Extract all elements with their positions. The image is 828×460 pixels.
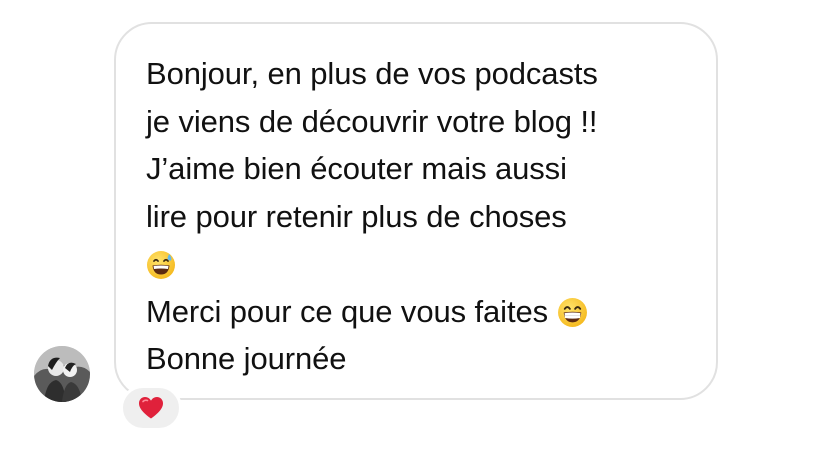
red-heart-icon	[139, 397, 163, 419]
message-line-6: Merci pour ce que vous faites	[146, 288, 706, 336]
message-line-6-text: Merci pour ce que vous faites	[146, 293, 549, 329]
message-line-7: Bonne journée	[146, 341, 347, 376]
message-line-3: J’aime bien écouter mais aussi	[146, 151, 567, 186]
message-line-5	[146, 240, 706, 288]
avatar-photo-icon	[34, 346, 90, 402]
message-line-2: je viens de découvrir votre blog !!	[146, 103, 598, 139]
message-text: Bonjour, en plus de vos podcasts je vien…	[146, 50, 706, 383]
grinning-face-with-sweat-icon	[146, 250, 176, 280]
heart-reaction[interactable]	[120, 385, 182, 431]
message-line-4: lire pour retenir plus de choses	[146, 198, 567, 234]
beaming-face-with-smiling-eyes-icon	[557, 297, 588, 328]
message-line-1: Bonjour, en plus de vos podcasts	[146, 56, 598, 91]
sender-avatar[interactable]	[34, 346, 90, 402]
